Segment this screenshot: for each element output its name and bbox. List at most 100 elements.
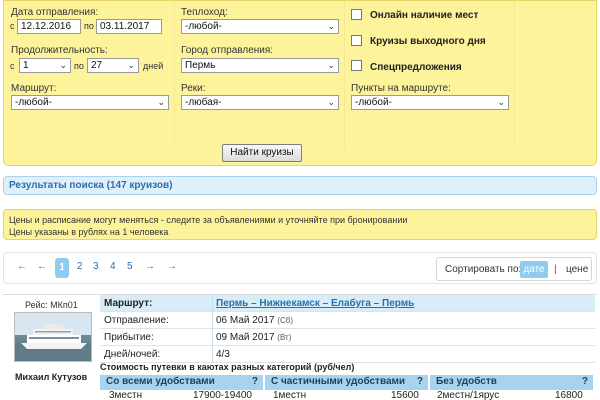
city-label: Город отправления: xyxy=(181,45,274,56)
route-points-select-value: -любой- xyxy=(355,97,392,108)
days-nights-label: Дней/ночей: xyxy=(104,349,161,360)
prev-page-arrow-icon[interactable]: ← xyxy=(37,261,47,272)
route-link[interactable]: Пермь – Нижнекамск – Елабуга – Пермь xyxy=(216,298,414,309)
date-from-prefix: с xyxy=(10,21,15,31)
rivers-select[interactable]: -любая- ⌄ xyxy=(181,95,339,110)
chevron-down-icon: ⌄ xyxy=(497,97,505,107)
cabin-col-partial-amenities: С частичными удобствами ? xyxy=(265,375,428,390)
arrival-date: 09 Май 2017 xyxy=(216,332,275,343)
chevron-down-icon: ⌄ xyxy=(327,97,335,107)
chevron-down-icon: ⌄ xyxy=(327,60,335,70)
find-cruises-button[interactable]: Найти круизы xyxy=(222,144,302,162)
weekend-cruises-checkbox[interactable] xyxy=(351,35,362,46)
results-bar[interactable]: Результаты поиска (147 круизов) xyxy=(3,176,597,195)
cabin-col-title: С частичными удобствами xyxy=(271,376,406,387)
ship-image xyxy=(15,313,91,361)
cabin-price[interactable]: 15600 xyxy=(391,390,419,400)
page-2-link[interactable]: 2 xyxy=(77,261,83,272)
depart-date-label: Дата отправления: xyxy=(11,7,99,18)
ship-select-value: -любой- xyxy=(185,21,222,32)
duration-to-select[interactable]: 27 ⌄ xyxy=(87,58,139,73)
ship-label: Теплоход: xyxy=(181,7,228,18)
page-3-link[interactable]: 3 xyxy=(93,261,99,272)
ship-name: Михаил Кутузов xyxy=(15,372,88,382)
cabin-prices-title: Стоимость путевки в каютах разных катего… xyxy=(100,362,355,372)
arrival-value: 09 Май 2017 (Вт) xyxy=(216,332,291,343)
days-nights-value: 4/3 xyxy=(216,349,230,360)
next-page-arrow-icon[interactable]: → xyxy=(145,261,155,272)
city-select-value: Пермь xyxy=(185,60,216,71)
route-select-value: -любой- xyxy=(15,97,52,108)
notice-line-2: Цены указаны в рублях на 1 человека xyxy=(9,227,169,237)
help-icon[interactable]: ? xyxy=(582,376,588,387)
sort-by-price-link[interactable]: цене xyxy=(566,264,588,275)
cabin-type: 2местн/1ярус xyxy=(437,390,500,400)
departure-date: 06 Май 2017 xyxy=(216,315,275,326)
sort-label: Сортировать по: xyxy=(445,264,522,275)
column-divider xyxy=(212,312,213,329)
cabin-col-all-amenities: Со всеми удобствами ? xyxy=(100,375,263,390)
duration-to-value: 27 xyxy=(91,60,103,71)
route-select[interactable]: -любой- ⌄ xyxy=(11,95,169,110)
column-divider xyxy=(344,1,345,148)
weekend-cruises-label: Круизы выходного дня xyxy=(370,36,486,47)
sort-separator: | xyxy=(554,264,557,275)
cabin-col-title: Со всеми удобствами xyxy=(106,376,215,387)
cruise-card: Рейс: МКп01 Михаил Кутузов Маршрут: Перм… xyxy=(3,294,597,400)
date-from-input[interactable]: 12.12.2016 xyxy=(17,19,81,34)
cabin-col-title: Без удобств xyxy=(436,376,497,387)
online-availability-checkbox[interactable] xyxy=(351,9,362,20)
help-icon[interactable]: ? xyxy=(252,376,258,387)
cabin-price[interactable]: 17900-19400 xyxy=(193,390,252,400)
sort-control: Сортировать по: дате | цене xyxy=(436,257,592,281)
duration-to-prefix: по xyxy=(74,61,84,71)
route-row-label: Маршрут: xyxy=(104,298,153,309)
chevron-down-icon: ⌄ xyxy=(157,97,165,107)
results-count-link[interactable]: Результаты поиска (147 круизов) xyxy=(9,180,172,191)
chevron-down-icon: ⌄ xyxy=(127,60,135,70)
departure-row: Отправление: 06 Май 2017 (Сб) xyxy=(100,312,595,329)
online-availability-label: Онлайн наличие мест xyxy=(370,10,479,21)
chevron-down-icon: ⌄ xyxy=(327,21,335,31)
page-5-link[interactable]: 5 xyxy=(127,261,133,272)
arrival-label: Прибытие: xyxy=(104,332,154,343)
special-offers-label: Спецпредложения xyxy=(370,62,462,73)
column-divider xyxy=(212,329,213,346)
pagination-bar: ← ← 1 2 3 4 5 → → Сортировать по: дате |… xyxy=(3,252,597,284)
route-points-select[interactable]: -любой- ⌄ xyxy=(351,95,509,110)
column-divider xyxy=(514,1,515,148)
notice-line-1: Цены и расписание могут меняться - следи… xyxy=(9,215,408,225)
column-divider xyxy=(212,346,213,363)
route-row: Маршрут: Пермь – Нижнекамск – Елабуга – … xyxy=(100,295,595,312)
page-4-link[interactable]: 4 xyxy=(110,261,116,272)
duration-from-prefix: с xyxy=(10,61,15,71)
arrival-row: Прибытие: 09 Май 2017 (Вт) xyxy=(100,329,595,346)
flight-code: Рейс: МКп01 xyxy=(25,300,78,310)
rivers-select-value: -любая- xyxy=(185,97,222,108)
route-label: Маршрут: xyxy=(11,83,57,94)
route-points-label: Пункты на маршруте: xyxy=(351,83,451,94)
help-icon[interactable]: ? xyxy=(417,376,423,387)
last-page-arrow-icon[interactable]: → xyxy=(167,261,177,272)
page-1-button[interactable]: 1 xyxy=(55,258,69,278)
days-unit-label: дней xyxy=(143,61,164,71)
sort-by-date-button[interactable]: дате xyxy=(520,261,548,278)
ship-photo[interactable] xyxy=(14,312,92,362)
cabin-col-no-amenities: Без удобств ? xyxy=(430,375,593,390)
duration-from-select[interactable]: 1 ⌄ xyxy=(19,58,71,73)
search-form: Дата отправления: с 12.12.2016 по 03.11.… xyxy=(3,0,597,166)
column-divider xyxy=(174,1,175,148)
cabin-type: 1местн xyxy=(273,390,307,400)
chevron-down-icon: ⌄ xyxy=(59,60,67,70)
duration-label: Продолжительность: xyxy=(11,45,108,56)
first-page-arrow-icon[interactable]: ← xyxy=(17,261,27,272)
city-select[interactable]: Пермь ⌄ xyxy=(181,58,339,73)
date-to-input[interactable]: 03.11.2017 xyxy=(96,19,162,34)
departure-weekday: (Сб) xyxy=(277,316,293,325)
departure-value: 06 Май 2017 (Сб) xyxy=(216,315,293,326)
duration-from-value: 1 xyxy=(23,60,29,71)
cabin-price[interactable]: 16800 xyxy=(555,390,583,400)
arrival-weekday: (Вт) xyxy=(277,333,292,342)
special-offers-checkbox[interactable] xyxy=(351,60,362,71)
ship-select[interactable]: -любой- ⌄ xyxy=(181,19,339,34)
